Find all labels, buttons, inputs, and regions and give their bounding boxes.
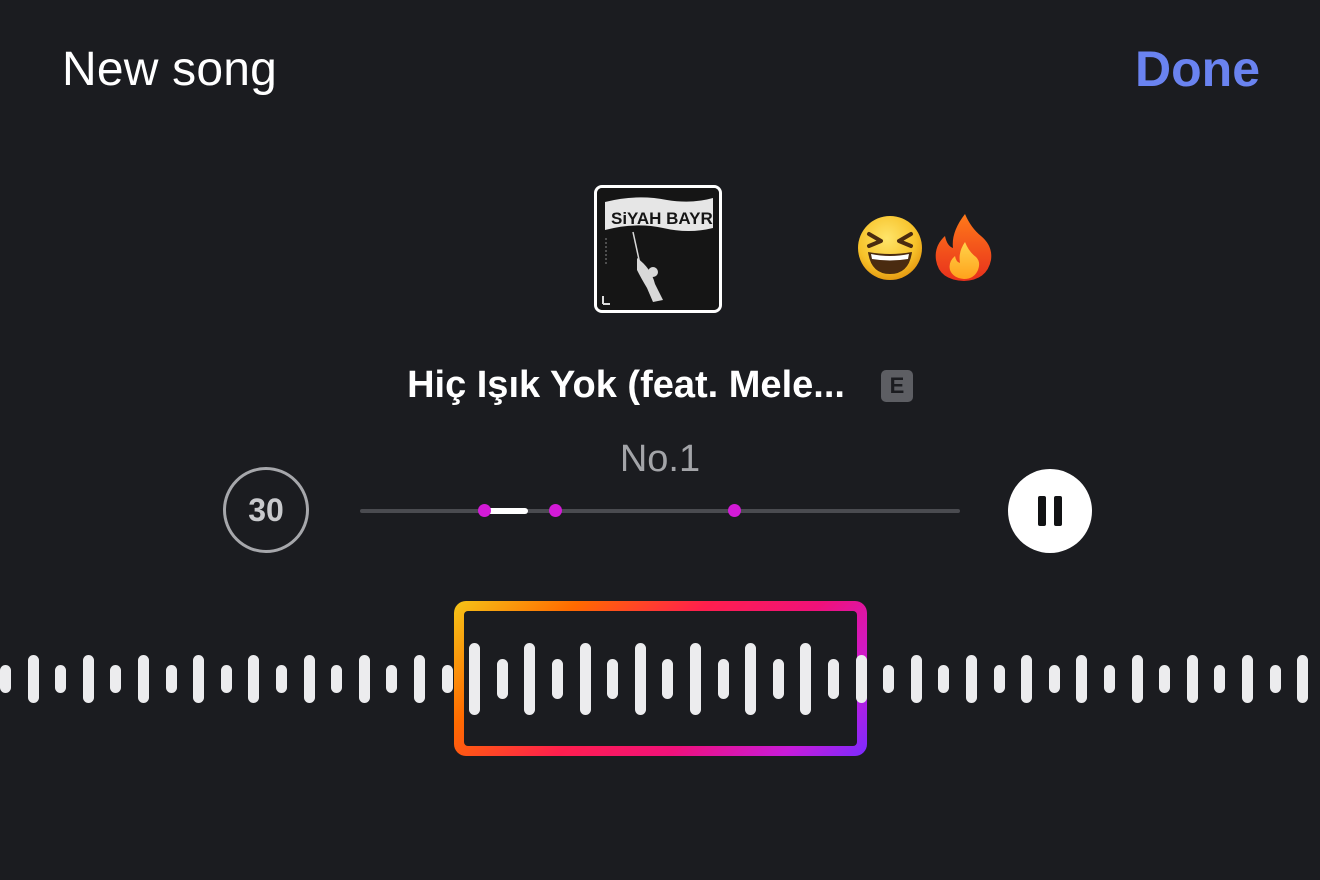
clip-duration-button[interactable]: 30	[223, 467, 309, 553]
audio-waveform[interactable]	[0, 580, 1320, 780]
waveform-bar	[580, 643, 591, 715]
waveform-bar	[524, 643, 535, 715]
waveform-bar	[800, 643, 811, 715]
song-picker-screen: New song Done SiYAH BAYRAK	[0, 0, 1320, 880]
waveform-bar	[994, 665, 1005, 693]
waveform-bar	[718, 659, 729, 699]
waveform-bar	[1021, 655, 1032, 703]
waveform-bar	[138, 655, 149, 703]
page-title: New song	[62, 43, 278, 96]
done-button[interactable]: Done	[1135, 40, 1260, 98]
album-art-lettering: SiYAH BAYRAK	[611, 209, 719, 228]
waveform-bar	[966, 655, 977, 703]
waveform-bar	[83, 655, 94, 703]
waveform-bar	[745, 643, 756, 715]
waveform-bar	[1159, 665, 1170, 693]
waveform-bar	[1187, 655, 1198, 703]
explicit-badge: E	[880, 369, 913, 402]
grinning-squinting-face-icon[interactable]	[855, 212, 925, 282]
waveform-bar	[414, 655, 425, 703]
song-title: Hiç Işık Yok (feat. Mele...	[407, 364, 845, 406]
waveform-bar	[1104, 665, 1115, 693]
song-title-row: Hiç Işık Yok (feat. Mele... E	[0, 364, 1320, 407]
waveform-bar	[110, 665, 121, 693]
waveform-bar	[552, 659, 563, 699]
waveform-bar	[248, 655, 259, 703]
waveform-bar	[828, 659, 839, 699]
song-scrubber[interactable]	[360, 504, 960, 517]
waveform-bar	[331, 665, 342, 693]
waveform-bar	[55, 665, 66, 693]
emoji-reactions	[855, 212, 999, 282]
waveform-bar	[1132, 655, 1143, 703]
waveform-bar	[166, 665, 177, 693]
waveform-bar	[0, 665, 11, 693]
scrubber-marker[interactable]	[549, 504, 562, 517]
waveform-bar	[1214, 665, 1225, 693]
waveform-bar	[1076, 655, 1087, 703]
scrubber-marker[interactable]	[727, 504, 741, 517]
artist-name: No.1	[619, 438, 701, 480]
waveform-bar	[607, 659, 618, 699]
waveform-bar	[469, 643, 480, 715]
waveform-bar	[1242, 655, 1253, 703]
waveform-bar	[883, 665, 894, 693]
waveform-bar	[773, 659, 784, 699]
waveform-bar	[938, 665, 949, 693]
waveform-bar	[856, 655, 867, 703]
waveform-bar	[635, 643, 646, 715]
waveform-bar	[386, 665, 397, 693]
pause-button[interactable]	[1008, 469, 1092, 553]
waveform-bar	[221, 665, 232, 693]
waveform-bar	[28, 655, 39, 703]
scrubber-track[interactable]	[360, 509, 960, 513]
fire-icon[interactable]	[929, 212, 999, 282]
waveform-bar	[662, 659, 673, 699]
waveform-bar	[1049, 665, 1060, 693]
waveform-bar	[276, 665, 287, 693]
pause-icon	[1038, 496, 1062, 526]
waveform-bar	[193, 655, 204, 703]
scrubber-selection[interactable]	[486, 508, 528, 514]
waveform-bar	[911, 655, 922, 703]
waveform-bar	[1297, 655, 1308, 703]
waveform-bar	[1270, 665, 1281, 693]
waveform-bar	[442, 665, 453, 693]
waveform-bar	[304, 655, 315, 703]
waveform-bar	[497, 659, 508, 699]
waveform-bar	[690, 643, 701, 715]
waveform-bar	[359, 655, 370, 703]
scrubber-marker[interactable]	[478, 504, 492, 517]
album-art: SiYAH BAYRAK	[594, 185, 722, 313]
